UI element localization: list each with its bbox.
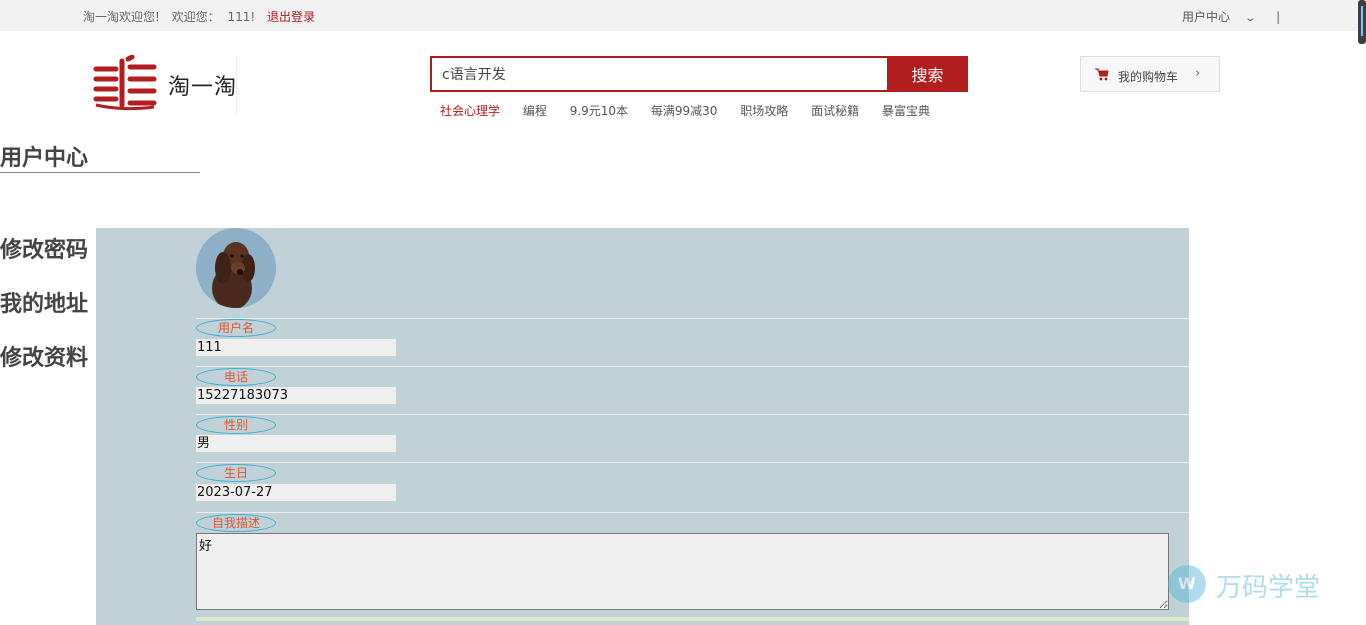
watermark-logo-icon: W <box>1168 565 1206 603</box>
username-text: 111! <box>227 10 256 24</box>
search-button[interactable]: 搜索 <box>887 56 968 92</box>
logo-icon[interactable] <box>92 55 160 113</box>
dog-avatar-icon <box>196 228 276 308</box>
topbar-separator: | <box>1276 10 1281 24</box>
gender-label: 性别 <box>196 416 276 434</box>
logo-text[interactable]: 淘一淘 <box>168 69 237 101</box>
search-input[interactable] <box>430 56 887 92</box>
user-center-title: 用户中心 <box>0 146 89 171</box>
birthday-field[interactable]: 2023-07-27 <box>196 484 396 501</box>
top-bar: 淘一淘欢迎您! 欢迎您： 111! 退出登录 用户中心 ⌄ | <box>0 0 1366 31</box>
sidebar-item-change-password[interactable]: 修改密码 <box>0 232 88 264</box>
scrollbar[interactable] <box>1358 0 1366 44</box>
cart-icon <box>1095 68 1109 81</box>
chevron-down-icon[interactable]: ⌄ <box>1244 13 1256 24</box>
hotword-link[interactable]: 社会心理学 <box>440 104 500 118</box>
hotword-link[interactable]: 职场攻略 <box>740 104 788 118</box>
sidebar-item-my-address[interactable]: 我的地址 <box>0 286 88 318</box>
description-label: 自我描述 <box>196 514 276 532</box>
hotword-link[interactable]: 暴富宝典 <box>882 104 930 118</box>
user-center-link[interactable]: 用户中心 <box>1182 10 1230 24</box>
row-divider <box>196 366 1189 367</box>
logo-divider <box>236 56 237 116</box>
welcome-text: 淘一淘欢迎您! <box>83 10 160 24</box>
gender-field[interactable]: 男 <box>196 435 396 452</box>
row-divider <box>196 318 1189 319</box>
hotword-link[interactable]: 9.9元10本 <box>570 104 628 118</box>
hotword-link[interactable]: 每满99减30 <box>651 104 718 118</box>
phone-field[interactable]: 15227183073 <box>196 387 396 404</box>
search-bar: 搜索 <box>430 56 968 92</box>
row-divider <box>196 512 1189 513</box>
cart-label: 我的购物车 <box>1118 70 1179 84</box>
avatar[interactable] <box>196 228 276 308</box>
cart-button[interactable]: 我的购物车 › <box>1080 56 1220 92</box>
birthday-label: 生日 <box>196 464 276 482</box>
phone-label: 电话 <box>196 368 276 386</box>
sidebar-item-edit-profile[interactable]: 修改资料 <box>0 340 88 372</box>
logout-link[interactable]: 退出登录 <box>267 10 315 24</box>
username-field[interactable]: 111 <box>196 339 396 356</box>
topbar-right: 用户中心 ⌄ | <box>1182 8 1280 25</box>
topbar-left: 淘一淘欢迎您! 欢迎您： 111! 退出登录 <box>83 8 323 25</box>
chevron-right-icon: › <box>1195 66 1201 81</box>
hotword-link[interactable]: 编程 <box>523 104 547 118</box>
greeting-text: 欢迎您： <box>171 10 220 24</box>
row-divider <box>196 462 1189 463</box>
watermark-text: 万码学堂 <box>1216 573 1321 603</box>
username-label: 用户名 <box>196 319 276 337</box>
description-textarea[interactable]: 好 <box>196 533 1169 610</box>
bottom-strip <box>196 617 1189 621</box>
hot-keywords: 社会心理学 编程 9.9元10本 每满99减30 职场攻略 面试秘籍 暴富宝典 <box>440 102 949 119</box>
watermark: W 万码学堂 <box>1168 563 1338 607</box>
title-underline <box>0 172 200 173</box>
row-divider <box>196 414 1189 415</box>
hotword-link[interactable]: 面试秘籍 <box>811 104 859 118</box>
